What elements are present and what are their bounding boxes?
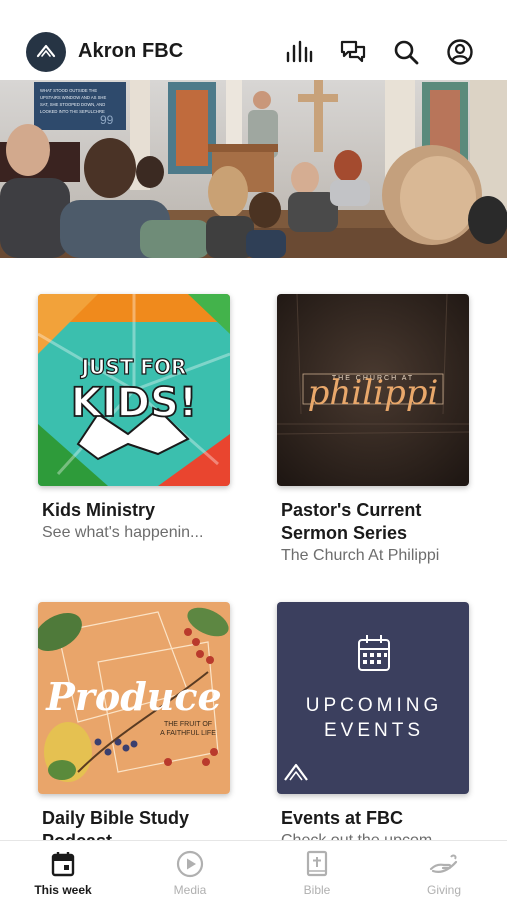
play-circle-icon [176,849,204,879]
profile-icon[interactable] [446,38,474,66]
bible-icon [305,849,329,879]
hero-screen-line: UPSTAIRS WINDOW AND AS SHE [40,95,106,100]
produce-art-title: Produce [45,674,221,719]
kids-ministry-artwork[interactable]: JUST FOR KIDS! [38,294,230,486]
card-events[interactable]: UPCOMING EVENTS Events at FBC Check out … [277,602,477,851]
card-sermon-series[interactable]: THE CHURCH AT philippi Pastor's Current … [277,294,477,566]
card-daily-bible-study[interactable]: Produce THE FRUIT OF A FAITHFUL LIFE Dai… [38,602,238,853]
media-bars-icon[interactable] [285,38,313,66]
tab-bible[interactable]: Bible [254,841,380,900]
tab-label: Bible [303,883,331,897]
card-title: Pastor's Current Sermon Series [281,500,422,543]
events-art-line2: EVENTS [324,720,424,741]
card-kids-ministry[interactable]: JUST FOR KIDS! Kids Ministry See what's … [38,294,238,543]
search-icon[interactable] [392,38,420,66]
card-title: Kids Ministry [42,500,156,520]
bottom-tab-bar: This week Media Bible Giving [0,840,507,900]
hero-screen-line: SAT, SHE STOOPED DOWN, AND [40,102,105,107]
card-title: Events at FBC [281,808,404,828]
tab-label: Giving [426,883,461,897]
events-art-line1: UPCOMING [306,695,443,716]
app-title: Akron FBC [78,40,184,62]
hero-screen-line: WHAT STOOD OUTSIDE THE [40,88,97,93]
kids-art-line2: KIDS! [71,380,197,426]
tab-media[interactable]: Media [127,841,253,900]
church-logo-icon[interactable] [26,32,66,72]
produce-art-sub2: A FAITHFUL LIFE [160,730,216,737]
tab-label: This week [34,883,92,897]
chat-icon[interactable] [339,38,367,66]
tab-label: Media [173,883,207,897]
hero-screen-line: LOOKED INTO THE SEPULCHRE [40,109,105,114]
card-subtitle: See what's happenin... [42,524,204,541]
sermon-series-artwork[interactable]: THE CHURCH AT philippi [277,294,469,486]
upcoming-events-artwork[interactable]: UPCOMING EVENTS [277,602,469,794]
app-header: Akron FBC [0,0,507,80]
hero-banner-image[interactable]: WHAT STOOD OUTSIDE THE UPSTAIRS WINDOW A… [0,80,507,258]
giving-hand-icon [429,849,459,879]
hero-screen-number: 99 [100,113,114,127]
card-subtitle: The Church At Philippi [281,547,440,564]
produce-artwork[interactable]: Produce THE FRUIT OF A FAITHFUL LIFE [38,602,230,794]
kids-art-line1: JUST FOR [80,355,187,379]
tab-giving[interactable]: Giving [381,841,507,900]
tab-this-week[interactable]: This week [0,841,126,900]
sermon-art-title: philippi [308,373,439,413]
produce-art-sub1: THE FRUIT OF [164,721,212,728]
calendar-icon [51,849,75,879]
